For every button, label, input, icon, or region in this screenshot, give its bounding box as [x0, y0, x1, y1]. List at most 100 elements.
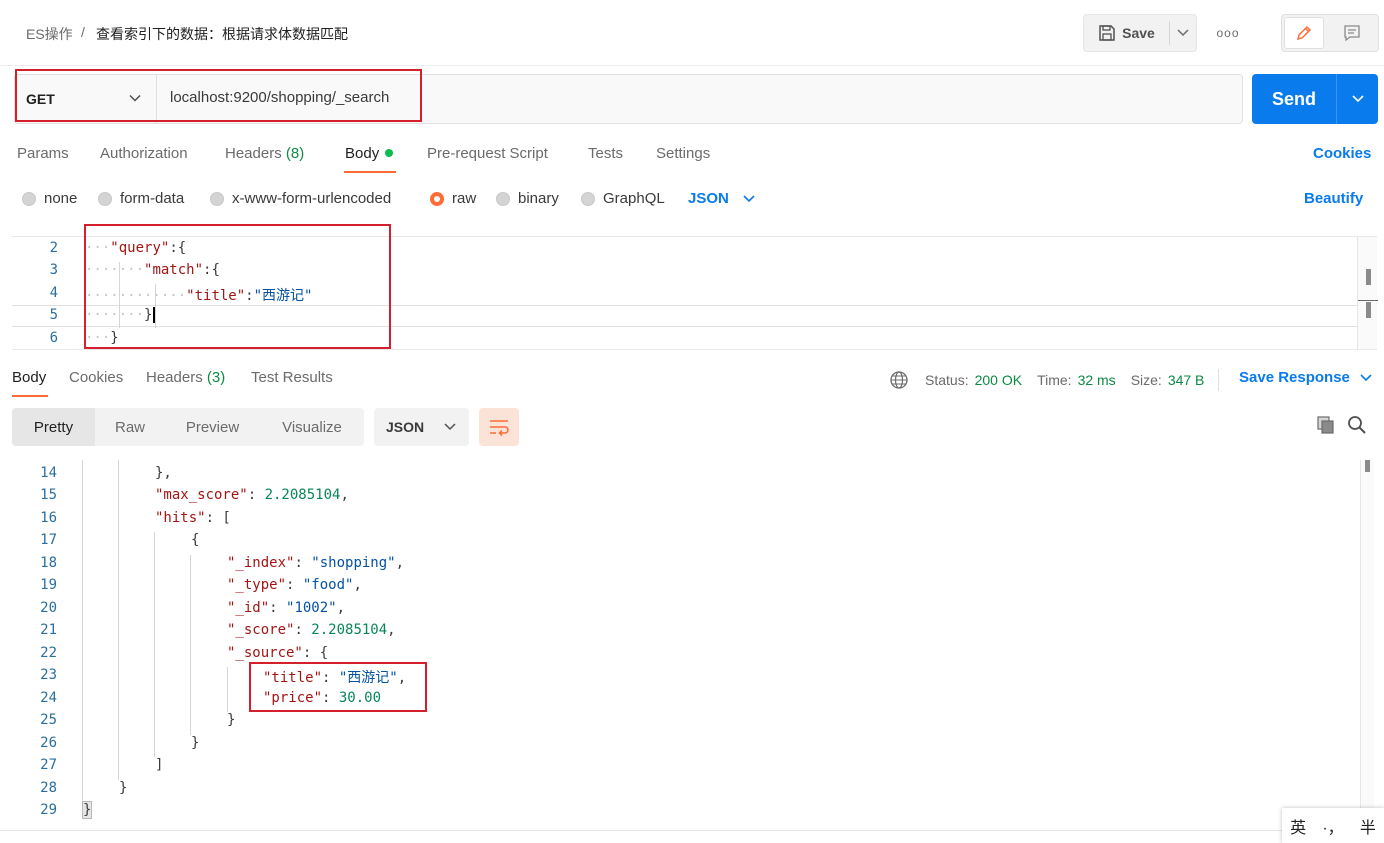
save-response-label: Save Response: [1239, 369, 1350, 386]
wrap-lines-button[interactable]: [479, 408, 519, 446]
chevron-down-icon: [1351, 95, 1364, 103]
body-type-none[interactable]: none: [22, 190, 77, 207]
response-tab-cookies[interactable]: Cookies: [69, 369, 123, 386]
code-line: }: [119, 780, 128, 796]
url-input[interactable]: localhost:9200/shopping/_search: [170, 89, 389, 106]
save-icon: [1099, 25, 1115, 41]
breadcrumb-request-name[interactable]: 查看索引下的数据：根据请求体数据匹配: [96, 24, 348, 44]
status-value[interactable]: 200 OK: [975, 372, 1022, 388]
response-format-select[interactable]: JSON: [374, 408, 469, 446]
json-key-match: "match": [144, 262, 204, 278]
code-line-index: "_index": "shopping",: [227, 555, 405, 571]
code-line-max-score: "max_score": 2.2085104,: [155, 487, 349, 503]
ime-language[interactable]: 英: [1290, 814, 1306, 838]
breadcrumb-collection[interactable]: ES操作: [26, 24, 73, 44]
json-value-type: "food": [302, 577, 354, 593]
json-key-source: "_source": [227, 645, 303, 661]
tab-headers-label: Headers: [225, 145, 282, 162]
size-value[interactable]: 347 B: [1168, 372, 1205, 388]
scrollbar-thumb[interactable]: [1366, 269, 1371, 285]
line-number: 23: [40, 667, 57, 683]
comments-mode-button[interactable]: [1330, 17, 1374, 49]
ime-punctuation[interactable]: ·，: [1322, 814, 1343, 838]
response-body-viewer[interactable]: 14 15 16 17 18 19 20 21 22 23 24 25 26 2…: [0, 460, 1360, 830]
breadcrumb-separator: /: [81, 24, 85, 40]
save-response-button[interactable]: Save Response: [1239, 369, 1372, 386]
json-key-index: "_index": [227, 555, 295, 571]
view-preview-button[interactable]: Preview: [165, 408, 260, 446]
size-label: Size:: [1130, 372, 1162, 388]
save-options-button[interactable]: [1170, 15, 1196, 51]
tab-pre-request-script[interactable]: Pre-request Script: [427, 145, 548, 162]
method-label: GET: [26, 91, 55, 107]
view-raw-button[interactable]: Raw: [95, 408, 165, 446]
scrollbar-thumb[interactable]: [1365, 460, 1370, 472]
request-body-editor[interactable]: 2 3 4 5 6 ···"query":{ ·······"match":{ …: [12, 236, 1377, 350]
body-type-form-data[interactable]: form-data: [98, 190, 184, 207]
time-value[interactable]: 32 ms: [1078, 372, 1116, 388]
beautify-button[interactable]: Beautify: [1304, 190, 1363, 207]
tab-headers[interactable]: Headers (8): [225, 145, 304, 162]
send-options-button[interactable]: [1337, 74, 1378, 124]
body-type-urlencoded[interactable]: x-www-form-urlencoded: [210, 190, 391, 207]
line-number: 3: [49, 262, 58, 278]
tab-settings[interactable]: Settings: [656, 145, 710, 162]
copy-icon[interactable]: [1316, 415, 1336, 435]
raw-format-label: JSON: [688, 190, 729, 207]
wrap-lines-icon: [490, 420, 509, 436]
more-actions-button[interactable]: ooo: [1214, 22, 1242, 44]
body-type-binary[interactable]: binary: [496, 190, 559, 207]
radio-dot: [581, 191, 595, 206]
code-line-type: "_type": "food",: [227, 577, 362, 593]
view-pretty-button[interactable]: Pretty: [12, 408, 95, 446]
code-line-score: "_score": 2.2085104,: [227, 622, 396, 638]
line-number: 19: [40, 577, 57, 593]
response-viewer-scrollbar[interactable]: [1360, 460, 1374, 830]
chevron-down-icon: [1360, 373, 1372, 381]
code-line: },: [155, 465, 172, 481]
body-type-raw[interactable]: raw: [430, 190, 476, 207]
tab-tests[interactable]: Tests: [588, 145, 623, 162]
chevron-down-icon: [444, 423, 456, 431]
body-status-dot: [385, 149, 394, 157]
tab-headers-count: (8): [285, 145, 305, 162]
tab-body[interactable]: Body: [345, 145, 394, 162]
tab-params[interactable]: Params: [17, 145, 69, 162]
request-editor-scrollbar[interactable]: [1357, 237, 1378, 349]
json-key-score: "_score": [227, 622, 295, 638]
save-button[interactable]: Save: [1084, 15, 1169, 51]
line-number: 20: [40, 600, 57, 616]
tab-body-label: Body: [345, 145, 380, 162]
cookies-link[interactable]: Cookies: [1313, 145, 1371, 162]
code-line-id: "_id": "1002",: [227, 600, 346, 616]
comment-icon: [1344, 25, 1360, 42]
response-tab-body[interactable]: Body: [12, 369, 46, 386]
send-button[interactable]: Send: [1252, 74, 1336, 124]
edit-mode-button[interactable]: [1284, 17, 1324, 49]
view-visualize-button[interactable]: Visualize: [260, 408, 364, 446]
json-key-id: "_id": [227, 600, 270, 616]
response-view-segmented: Pretty Raw Preview Visualize: [12, 408, 364, 446]
line-number: 2: [49, 240, 58, 256]
code-line-match: ·······"match":{: [85, 262, 220, 278]
response-tab-test-results[interactable]: Test Results: [251, 369, 333, 386]
json-value-title: "西游记": [253, 288, 313, 304]
line-number: 22: [40, 645, 57, 661]
body-type-graphql-label: GraphQL: [603, 190, 665, 207]
search-icon[interactable]: [1347, 415, 1367, 435]
raw-format-select[interactable]: JSON: [688, 190, 755, 207]
active-tab-indicator: [12, 395, 48, 397]
ime-width[interactable]: 半: [1360, 814, 1376, 838]
body-type-graphql[interactable]: GraphQL: [581, 190, 665, 207]
tab-authorization[interactable]: Authorization: [100, 145, 188, 162]
line-number: 24: [40, 690, 57, 706]
body-type-form-data-label: form-data: [120, 190, 185, 207]
indent-guide: [227, 667, 228, 712]
radio-dot: [210, 191, 224, 206]
line-number: 4: [49, 285, 58, 301]
ime-status-bar[interactable]: 英 ·， 半: [1282, 808, 1384, 843]
code-line: }: [227, 712, 236, 728]
scrollbar-thumb[interactable]: [1366, 302, 1371, 318]
response-tab-headers[interactable]: Headers (3): [146, 369, 225, 386]
globe-icon[interactable]: [889, 370, 909, 390]
